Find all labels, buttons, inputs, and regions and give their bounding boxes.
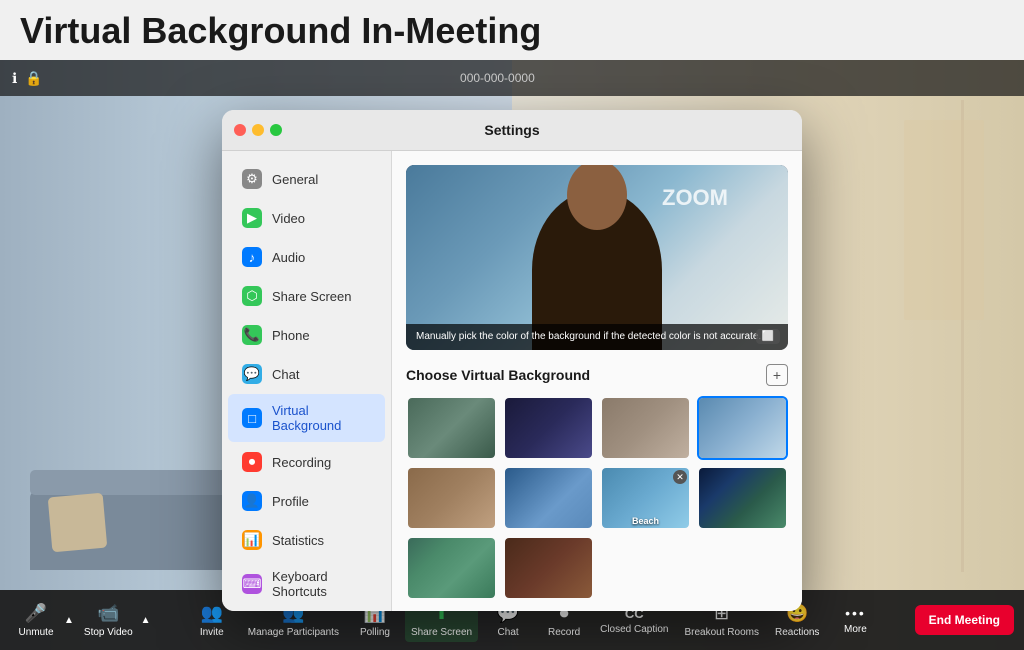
video-chevron[interactable]: ▲ (139, 613, 153, 628)
preview-toggle-btn[interactable]: ⬜ (756, 329, 780, 344)
background-thumbnail-6[interactable] (503, 466, 594, 530)
settings-modal: Settings ⚙ General ▶ Video ♪ Audio ⬡ (222, 110, 802, 611)
sidebar-item-statistics[interactable]: 📊 Statistics (228, 521, 385, 559)
background-thumbnail-1[interactable] (406, 396, 497, 460)
share-screen-label: Share Screen (411, 627, 472, 638)
profile-icon: 👤 (242, 491, 262, 511)
add-background-button[interactable]: + (766, 364, 788, 386)
sidebar-label-general: General (272, 172, 318, 187)
background-thumbnail-5[interactable] (406, 466, 497, 530)
background-thumbnail-9[interactable] (406, 536, 497, 600)
background-thumbnail-8[interactable] (697, 466, 788, 530)
section-header: Choose Virtual Background + (406, 364, 788, 386)
sidebar-item-video[interactable]: ▶ Video (228, 199, 385, 237)
general-icon: ⚙ (242, 169, 262, 189)
meeting-id: 000-000-0000 (460, 71, 535, 85)
sidebar-item-keyboard-shortcuts[interactable]: ⌨ Keyboard Shortcuts (228, 560, 385, 608)
invite-label: Invite (200, 627, 224, 638)
audio-icon: ♪ (242, 247, 262, 267)
sidebar-label-keyboard-shortcuts: Keyboard Shortcuts (272, 569, 371, 599)
stop-video-button[interactable]: 📹 Stop Video (78, 599, 139, 642)
sidebar-item-share-screen[interactable]: ⬡ Share Screen (228, 277, 385, 315)
preview-caption: Manually pick the color of the backgroun… (406, 324, 788, 350)
sidebar-item-phone[interactable]: 📞 Phone (228, 316, 385, 354)
more-label: More (844, 624, 867, 635)
statistics-icon: 📊 (242, 530, 262, 550)
invite-icon: 👥 (201, 603, 223, 624)
page-title-heading: Virtual Background In-Meeting (0, 0, 1024, 60)
sidebar-item-virtual-background[interactable]: □ Virtual Background (228, 394, 385, 442)
more-button[interactable]: ••• More (829, 601, 881, 639)
settings-sidebar: ⚙ General ▶ Video ♪ Audio ⬡ Share Screen… (222, 151, 392, 611)
video-preview: ZOOM Manually pick the color of the back… (406, 165, 788, 350)
background-thumbnail-7[interactable]: ✕ Beach (600, 466, 691, 530)
record-label: Record (548, 627, 580, 638)
sidebar-item-general[interactable]: ⚙ General (228, 160, 385, 198)
sidebar-item-accessibility[interactable]: ♿ Accessibility (228, 609, 385, 611)
sidebar-label-video: Video (272, 211, 305, 226)
sidebar-item-audio[interactable]: ♪ Audio (228, 238, 385, 276)
sidebar-item-chat[interactable]: 💬 Chat (228, 355, 385, 393)
stop-video-label: Stop Video (84, 627, 133, 638)
sidebar-label-statistics: Statistics (272, 533, 324, 548)
sidebar-label-virtual-background: Virtual Background (272, 403, 371, 433)
manage-participants-label: Manage Participants (248, 627, 339, 638)
more-icon: ••• (845, 605, 866, 621)
chat-label: Chat (498, 627, 519, 638)
sidebar-item-profile[interactable]: 👤 Profile (228, 482, 385, 520)
chat-icon: 💬 (242, 364, 262, 384)
unmute-button[interactable]: 🎤 Unmute (10, 599, 62, 642)
sidebar-label-audio: Audio (272, 250, 305, 265)
top-bar: ℹ 🔒 000-000-0000 (0, 60, 1024, 96)
maximize-button[interactable] (270, 124, 282, 136)
zoom-logo: ZOOM (662, 185, 728, 211)
unmute-icon: 🎤 (25, 603, 47, 624)
settings-content: ZOOM Manually pick the color of the back… (392, 151, 802, 611)
background-grid: ✕ Beach (406, 396, 788, 600)
background-thumbnail-3[interactable] (600, 396, 691, 460)
info-icon: ℹ (12, 70, 17, 87)
lock-icon: 🔒 (25, 70, 42, 87)
closed-caption-label: Closed Caption (600, 624, 668, 635)
breakout-label: Breakout Rooms (684, 627, 758, 638)
modal-title: Settings (484, 122, 539, 138)
virtual-bg-icon: □ (242, 408, 262, 428)
traffic-lights (234, 124, 282, 136)
unmute-chevron[interactable]: ▲ (62, 613, 76, 628)
modal-titlebar: Settings (222, 110, 802, 151)
sidebar-label-profile: Profile (272, 494, 309, 509)
close-button[interactable] (234, 124, 246, 136)
background-thumbnail-2[interactable] (503, 396, 594, 460)
meeting-container: ℹ 🔒 000-000-0000 Settings ⚙ General (0, 60, 1024, 650)
share-screen-icon: ⬡ (242, 286, 262, 306)
sidebar-label-share-screen: Share Screen (272, 289, 352, 304)
recording-icon: ⏺ (242, 452, 262, 472)
section-title: Choose Virtual Background (406, 367, 590, 383)
minimize-button[interactable] (252, 124, 264, 136)
delete-icon-7[interactable]: ✕ (673, 470, 687, 484)
sidebar-label-phone: Phone (272, 328, 310, 343)
end-meeting-button[interactable]: End Meeting (915, 605, 1014, 635)
unmute-label: Unmute (18, 627, 53, 638)
background-label-7: Beach (632, 516, 659, 526)
background-thumbnail-10[interactable] (503, 536, 594, 600)
stop-video-icon: 📹 (97, 603, 119, 624)
polling-label: Polling (360, 627, 390, 638)
background-thumbnail-4[interactable] (697, 396, 788, 460)
sidebar-label-recording: Recording (272, 455, 331, 470)
modal-body: ⚙ General ▶ Video ♪ Audio ⬡ Share Screen… (222, 151, 802, 611)
sidebar-item-recording[interactable]: ⏺ Recording (228, 443, 385, 481)
video-icon: ▶ (242, 208, 262, 228)
sidebar-label-chat: Chat (272, 367, 299, 382)
reactions-label: Reactions (775, 627, 819, 638)
keyboard-icon: ⌨ (242, 574, 262, 594)
phone-icon: 📞 (242, 325, 262, 345)
